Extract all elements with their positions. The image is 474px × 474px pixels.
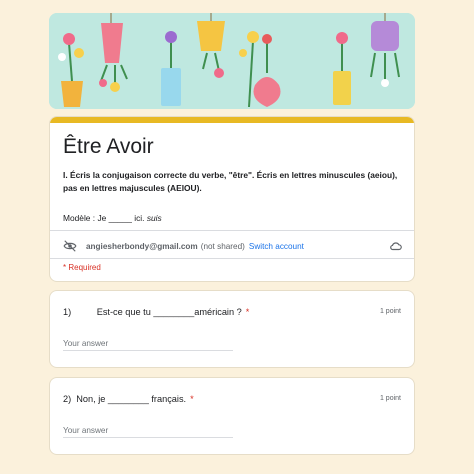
example-prefix: Modèle : Je _____ ici.: [63, 213, 147, 223]
header-banner-image: [49, 13, 415, 109]
required-asterisk: *: [245, 307, 250, 317]
form-description: I. Écris la conjugaison correcte du verb…: [63, 170, 398, 193]
required-note: * Required: [63, 263, 101, 272]
question-card: 2) Non, je ________ français. * 1 point: [49, 377, 415, 455]
divider: [50, 258, 414, 259]
answer-input[interactable]: [63, 337, 233, 351]
account-email: angiesherbondy@gmail.com: [86, 241, 198, 251]
question-text: 2) Non, je ________ français. *: [63, 394, 194, 404]
example-line: Modèle : Je _____ ici. suis: [63, 213, 162, 223]
required-asterisk: *: [190, 394, 194, 404]
question-card: 1) Est-ce que tu ________américain ? * 1 …: [49, 290, 415, 368]
theme-accent-bar: [50, 117, 414, 123]
switch-account-link[interactable]: Switch account: [249, 242, 304, 251]
question-label: 1) Est-ce que tu ________américain ?: [63, 307, 242, 317]
answer-input[interactable]: [63, 424, 233, 438]
account-not-shared-note: (not shared): [200, 241, 245, 251]
example-answer: suis: [146, 213, 162, 223]
eye-slash-icon: [63, 240, 77, 252]
question-points: 1 point: [379, 308, 401, 315]
form-title: Être Avoir: [63, 135, 154, 158]
question-points: 1 point: [379, 395, 401, 402]
cloud-icon[interactable]: [389, 239, 403, 253]
question-text: 1) Est-ce que tu ________américain ? *: [63, 307, 249, 317]
question-label: 2) Non, je ________ français.: [63, 394, 187, 404]
divider: [50, 230, 414, 231]
form-header-card: Être Avoir I. Écris la conjugaison corre…: [49, 116, 415, 282]
account-row: angiesherbondy@gmail.com (not shared) Sw…: [63, 237, 403, 255]
